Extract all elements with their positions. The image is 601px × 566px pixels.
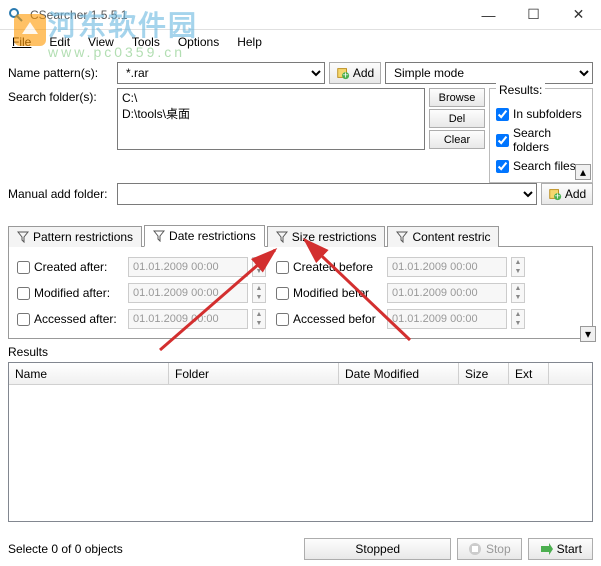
del-button[interactable]: Del [429, 109, 485, 128]
col-ext[interactable]: Ext [509, 363, 549, 384]
browse-button[interactable]: Browse [429, 88, 485, 107]
grid-header: Name Folder Date Modified Size Ext [9, 363, 592, 385]
menu-tools[interactable]: Tools [132, 35, 160, 49]
date-modified-before[interactable]: 01.01.2009 00:00 [387, 283, 507, 303]
svg-text:+: + [342, 69, 348, 80]
col-size[interactable]: Size [459, 363, 509, 384]
app-icon [8, 7, 24, 23]
date-created-after[interactable]: 01.01.2009 00:00 [128, 257, 248, 277]
date-modified-after[interactable]: 01.01.2009 00:00 [128, 283, 248, 303]
clear-button[interactable]: Clear [429, 130, 485, 149]
chk-modified-after[interactable] [17, 287, 30, 300]
manual-add-input[interactable] [117, 183, 537, 205]
funnel-icon [153, 230, 165, 242]
tab-content-date: Created after: 01.01.2009 00:00 ▲▼ Creat… [8, 247, 593, 339]
chk-accessed-before[interactable] [276, 313, 289, 326]
folder-item[interactable]: D:\tools\桌面 [122, 105, 420, 122]
search-folder-label: Search folder(s): [8, 88, 113, 104]
chk-modified-before[interactable] [276, 287, 289, 300]
tab-date[interactable]: Date restrictions [144, 225, 265, 247]
start-button[interactable]: Start [528, 538, 593, 560]
maximize-button[interactable]: ☐ [511, 0, 556, 30]
menu-options[interactable]: Options [178, 35, 219, 49]
close-button[interactable]: ✕ [556, 0, 601, 30]
statusbar: Selecte 0 of 0 objects Stopped Stop Star… [8, 537, 593, 561]
add-pattern-button[interactable]: + Add [329, 62, 381, 84]
folder-list[interactable]: C:\ D:\tools\桌面 [117, 88, 425, 150]
scroll-down-button[interactable]: ▾ [580, 326, 596, 342]
menu-help[interactable]: Help [237, 35, 262, 49]
date-created-before[interactable]: 01.01.2009 00:00 [387, 257, 507, 277]
stop-icon [468, 542, 482, 556]
chk-subfolders[interactable] [496, 108, 509, 121]
tabs: Pattern restrictions Date restrictions S… [8, 223, 593, 247]
col-name[interactable]: Name [9, 363, 169, 384]
menu-view[interactable]: View [88, 35, 114, 49]
name-pattern-input[interactable]: *.rar [117, 62, 325, 84]
results-label: Results [8, 345, 593, 359]
funnel-icon [276, 231, 288, 243]
results-grid[interactable]: Name Folder Date Modified Size Ext [8, 362, 593, 522]
menu-file[interactable]: File [12, 35, 31, 49]
scroll-up-button[interactable]: ▴ [575, 164, 591, 180]
menubar: File Edit View Tools Options Help [0, 30, 601, 54]
chk-created-before[interactable] [276, 261, 289, 274]
funnel-icon [17, 231, 29, 243]
chk-search-folders[interactable] [496, 134, 509, 147]
tab-content[interactable]: Content restric [387, 226, 499, 247]
spinner[interactable]: ▲▼ [252, 309, 266, 329]
name-pattern-label: Name pattern(s): [8, 66, 113, 80]
spinner[interactable]: ▲▼ [252, 283, 266, 303]
spinner[interactable]: ▲▼ [252, 257, 266, 277]
chk-search-files[interactable] [496, 160, 509, 173]
status-state: Stopped [304, 538, 450, 560]
col-folder[interactable]: Folder [169, 363, 339, 384]
add-icon: + [548, 187, 562, 201]
date-accessed-after[interactable]: 01.01.2009 00:00 [128, 309, 248, 329]
manual-add-label: Manual add folder: [8, 187, 113, 201]
mode-select[interactable]: Simple mode [385, 62, 593, 84]
spinner[interactable]: ▲▼ [511, 309, 525, 329]
status-selected: Selecte 0 of 0 objects [8, 542, 148, 556]
chk-accessed-after[interactable] [17, 313, 30, 326]
date-accessed-before[interactable]: 01.01.2009 00:00 [387, 309, 507, 329]
tab-size[interactable]: Size restrictions [267, 226, 386, 247]
menu-edit[interactable]: Edit [49, 35, 70, 49]
titlebar: CSearcher 1.5.5.1 — ☐ ✕ [0, 0, 601, 30]
col-date[interactable]: Date Modified [339, 363, 459, 384]
window-title: CSearcher 1.5.5.1 [30, 8, 466, 22]
spinner[interactable]: ▲▼ [511, 283, 525, 303]
play-icon [539, 542, 553, 556]
funnel-icon [396, 231, 408, 243]
minimize-button[interactable]: — [466, 0, 511, 30]
svg-text:+: + [554, 190, 560, 201]
tab-pattern[interactable]: Pattern restrictions [8, 226, 142, 247]
folder-item[interactable]: C:\ [122, 91, 420, 105]
add-icon: + [336, 66, 350, 80]
spinner[interactable]: ▲▼ [511, 257, 525, 277]
stop-button[interactable]: Stop [457, 538, 522, 560]
chk-created-after[interactable] [17, 261, 30, 274]
manual-add-button[interactable]: + Add [541, 183, 593, 205]
